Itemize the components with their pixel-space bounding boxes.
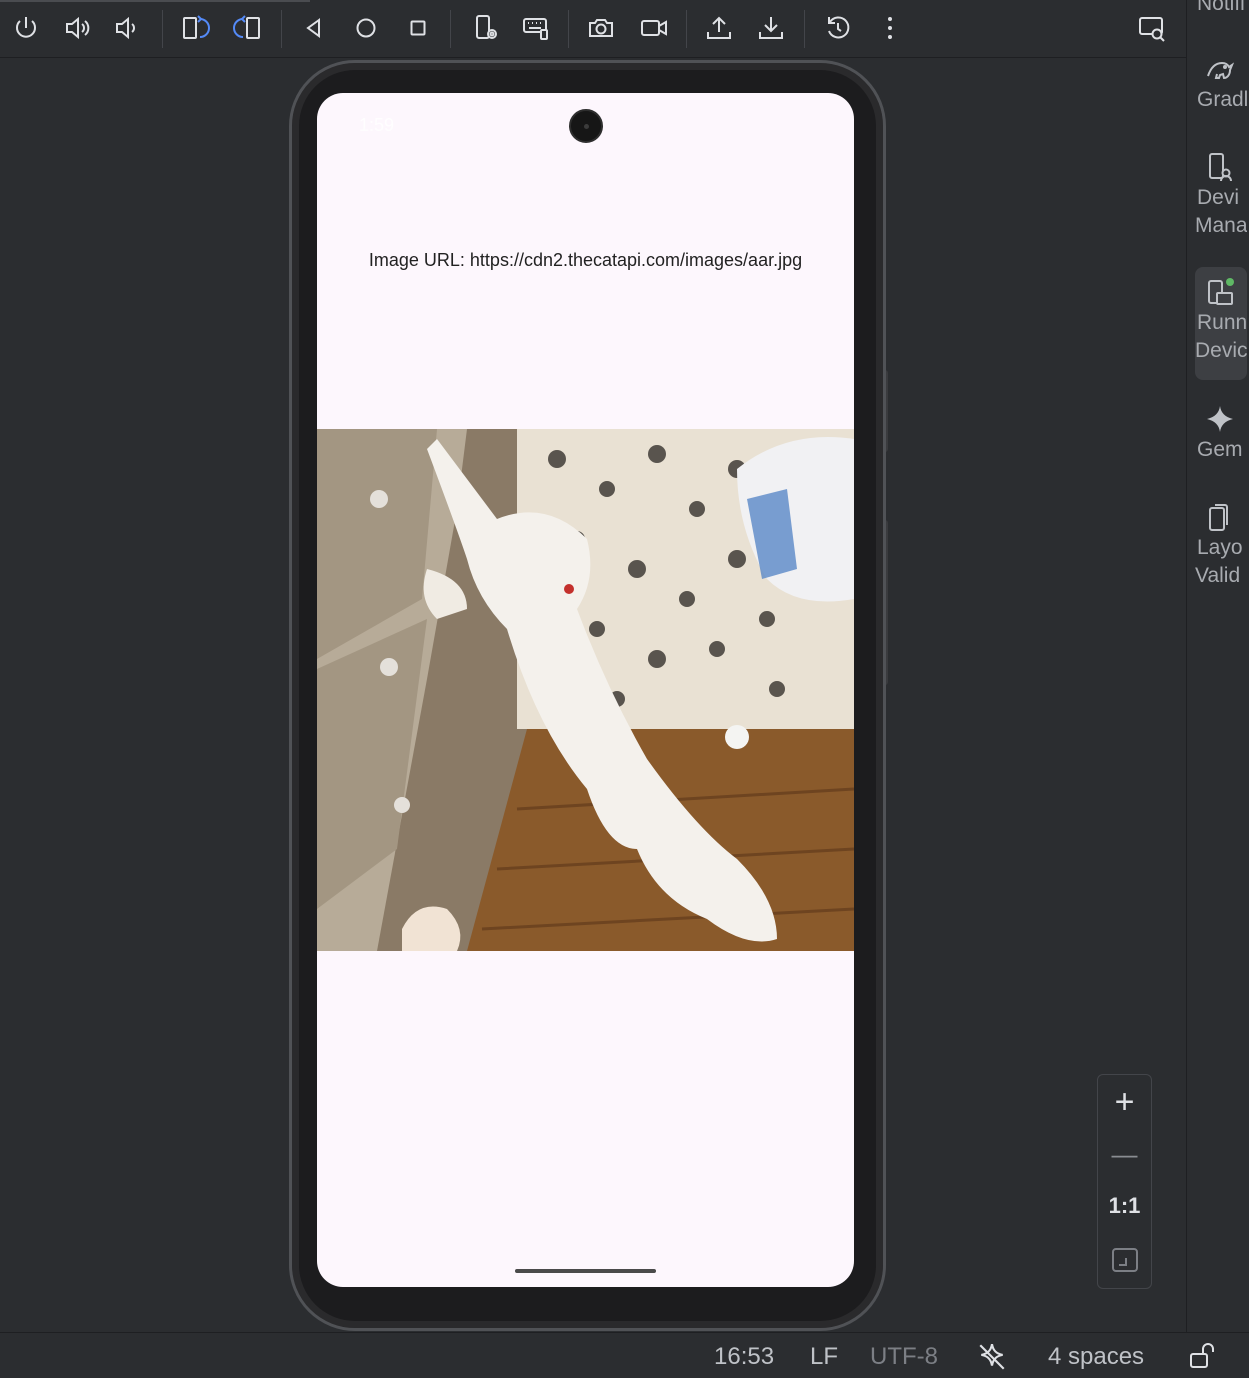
download-icon — [759, 17, 783, 39]
upload-icon — [707, 16, 731, 39]
keyboard-icon — [523, 18, 548, 40]
toolbar-separator — [804, 10, 805, 48]
back-icon — [306, 18, 320, 38]
zoom-fit-button[interactable] — [1098, 1245, 1151, 1275]
fit-screen-icon — [1111, 1248, 1138, 1272]
status-indent[interactable]: 4 spaces — [1048, 1343, 1144, 1371]
ai-assist-toggle[interactable] — [976, 1341, 1008, 1378]
zoom-out-button[interactable]: — — [1098, 1137, 1151, 1171]
window-search-button[interactable] — [1132, 8, 1172, 48]
gesture-nav-handle[interactable] — [515, 1269, 656, 1273]
rotate-right-button[interactable] — [228, 8, 268, 48]
zoom-in-button[interactable]: + — [1098, 1085, 1151, 1119]
layout-validation-icon — [1195, 500, 1247, 534]
tool-window-notifications[interactable]: Notifi — [1195, 0, 1247, 24]
gradle-icon — [1195, 52, 1247, 86]
tool-window-label: Devi Mana — [1195, 186, 1247, 237]
tool-window-running-devices[interactable]: Runn Devic — [1195, 267, 1247, 380]
device-settings-button[interactable] — [466, 8, 506, 48]
device-screen[interactable]: 1:59 Image URL: https://cdn2.thecatapi.c… — [317, 93, 854, 1287]
status-time[interactable]: 16:53 — [714, 1343, 774, 1371]
upload-button[interactable] — [699, 8, 739, 48]
toolbar-separator — [450, 10, 451, 48]
volume-down-button[interactable] — [106, 8, 146, 48]
toolbar-separator — [281, 10, 282, 48]
more-button[interactable] — [870, 8, 910, 48]
download-button[interactable] — [751, 8, 791, 48]
keyboard-button[interactable] — [516, 8, 556, 48]
tool-window-gemini[interactable]: Gem — [1195, 402, 1247, 464]
status-bar-time: 1:59 — [359, 115, 395, 135]
tool-window-strip: Notifi Gradl Devi Mana Runn Devic Gem La… — [1186, 0, 1249, 1332]
image-url-text: Image URL: https://cdn2.thecatapi.com/im… — [368, 250, 803, 270]
toolbar-separator — [162, 10, 163, 48]
toolbar-separator — [568, 10, 569, 48]
tool-window-label: Gem — [1197, 438, 1243, 461]
zoom-actual-size-button[interactable]: 1:1 — [1098, 1193, 1151, 1219]
tool-window-label: Notifi — [1197, 0, 1245, 15]
volume-up-icon — [66, 16, 90, 40]
power-button[interactable] — [6, 8, 46, 48]
tool-window-layout-validation[interactable]: Layo Valid — [1195, 500, 1247, 590]
rotate-left-button[interactable] — [175, 8, 215, 48]
screenshot-button[interactable] — [581, 8, 621, 48]
rotate-left-icon — [183, 15, 210, 39]
unlock-icon — [1190, 1343, 1214, 1368]
tool-window-label: Runn Devic — [1195, 311, 1247, 362]
toolbar-separator — [686, 10, 687, 48]
front-camera-cutout — [569, 109, 603, 143]
read-only-toggle[interactable] — [1188, 1341, 1218, 1378]
zoom-controls: + — 1:1 — [1097, 1074, 1152, 1289]
status-line-ending[interactable]: LF — [810, 1343, 838, 1371]
rotate-right-icon — [233, 15, 260, 39]
video-icon — [641, 20, 667, 36]
running-devices-icon — [1195, 275, 1247, 309]
camera-icon — [589, 19, 613, 37]
tool-window-label: Layo Valid — [1195, 536, 1243, 587]
device-settings-icon — [476, 15, 497, 39]
back-button[interactable] — [294, 8, 334, 48]
volume-up-button[interactable] — [57, 8, 97, 48]
cat-image — [317, 429, 854, 951]
home-icon — [356, 18, 376, 38]
overview-icon — [410, 20, 426, 36]
reset-button[interactable] — [818, 8, 858, 48]
device-manager-icon — [1195, 150, 1247, 184]
toolbar-top-accent — [0, 0, 310, 2]
window-search-icon — [1139, 17, 1165, 42]
sparkle-off-icon — [979, 1343, 1005, 1370]
more-icon — [888, 17, 892, 39]
screen-record-button[interactable] — [634, 8, 674, 48]
overview-button[interactable] — [398, 8, 438, 48]
reset-icon — [828, 16, 850, 39]
gemini-icon — [1195, 402, 1247, 436]
home-button[interactable] — [346, 8, 386, 48]
emulator-toolbar — [0, 0, 1186, 58]
tool-window-gradle[interactable]: Gradl — [1195, 52, 1247, 114]
power-icon — [16, 17, 36, 38]
volume-down-icon — [116, 16, 135, 40]
ide-status-bar: 16:53 LF UTF-8 4 spaces — [0, 1332, 1249, 1378]
status-encoding[interactable]: UTF-8 — [870, 1343, 938, 1371]
tool-window-label: Gradl — [1197, 88, 1247, 111]
tool-window-device-manager[interactable]: Devi Mana — [1195, 150, 1247, 240]
